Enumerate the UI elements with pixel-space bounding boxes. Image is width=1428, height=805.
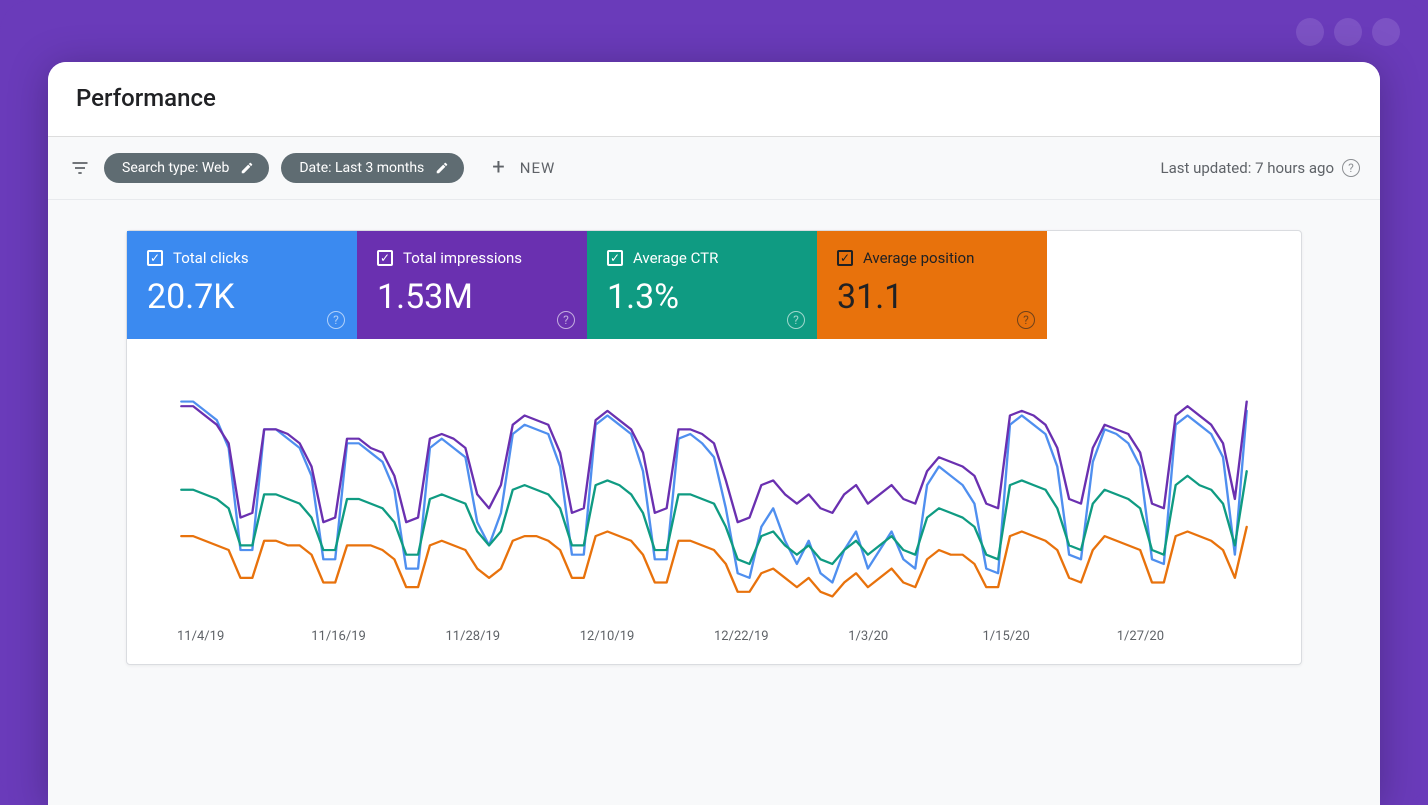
chart-x-tick: 12/22/19 bbox=[714, 629, 848, 644]
metric-tile-position[interactable]: ✓ Average position 31.1 ? bbox=[817, 231, 1047, 339]
checkbox-icon: ✓ bbox=[377, 250, 393, 266]
chart-x-tick: 11/28/19 bbox=[446, 629, 580, 644]
plus-icon: + bbox=[492, 157, 505, 179]
window-dot-icon bbox=[1334, 18, 1362, 46]
chart-x-tick: 1/15/20 bbox=[983, 629, 1117, 644]
chart-x-tick: 1/27/20 bbox=[1117, 629, 1251, 644]
filter-chip-label: Date: Last 3 months bbox=[299, 160, 424, 176]
performance-card: ✓ Total clicks 20.7K ? ✓ Total impressio… bbox=[126, 230, 1302, 665]
help-icon[interactable]: ? bbox=[327, 311, 345, 329]
help-icon[interactable]: ? bbox=[557, 311, 575, 329]
metric-tile-clicks[interactable]: ✓ Total clicks 20.7K ? bbox=[127, 231, 357, 339]
filter-bar: Search type: Web Date: Last 3 months + N… bbox=[48, 137, 1380, 200]
filter-chip-label: Search type: Web bbox=[122, 160, 229, 176]
checkbox-icon: ✓ bbox=[607, 250, 623, 266]
metric-tiles: ✓ Total clicks 20.7K ? ✓ Total impressio… bbox=[127, 231, 1301, 339]
browser-window-dots bbox=[1296, 18, 1400, 46]
app-window: Performance Search type: Web Date: Last … bbox=[48, 62, 1380, 805]
page-header: Performance bbox=[48, 62, 1380, 137]
chart-x-tick: 1/3/20 bbox=[848, 629, 982, 644]
chart-x-tick: 11/16/19 bbox=[311, 629, 445, 644]
checkbox-icon: ✓ bbox=[147, 250, 163, 266]
metric-label: Total impressions bbox=[403, 249, 522, 267]
filter-chip-date[interactable]: Date: Last 3 months bbox=[281, 153, 464, 183]
window-dot-icon bbox=[1296, 18, 1324, 46]
help-icon[interactable]: ? bbox=[787, 311, 805, 329]
add-filter-button[interactable]: + NEW bbox=[484, 153, 563, 183]
pencil-icon bbox=[239, 160, 255, 176]
performance-chart bbox=[127, 339, 1301, 619]
chart-x-tick: 11/4/19 bbox=[177, 629, 311, 644]
last-updated-label: Last updated: 7 hours ago ? bbox=[1160, 159, 1360, 177]
chart-x-tick: 12/10/19 bbox=[580, 629, 714, 644]
metric-tile-impressions[interactable]: ✓ Total impressions 1.53M ? bbox=[357, 231, 587, 339]
chart-x-axis: 11/4/1911/16/1911/28/1912/10/1912/22/191… bbox=[127, 619, 1301, 652]
checkbox-icon: ✓ bbox=[837, 250, 853, 266]
metric-value: 20.7K bbox=[147, 277, 337, 317]
chart-series-line bbox=[181, 527, 1246, 597]
chart-series-line bbox=[181, 402, 1246, 583]
metric-value: 1.53M bbox=[377, 277, 567, 317]
add-filter-label: NEW bbox=[520, 159, 556, 177]
metric-value: 31.1 bbox=[837, 277, 1027, 317]
window-dot-icon bbox=[1372, 18, 1400, 46]
help-icon[interactable]: ? bbox=[1017, 311, 1035, 329]
page-title: Performance bbox=[76, 84, 1352, 112]
filter-chip-search-type[interactable]: Search type: Web bbox=[104, 153, 269, 183]
metric-label: Total clicks bbox=[173, 249, 249, 267]
metric-tile-ctr[interactable]: ✓ Average CTR 1.3% ? bbox=[587, 231, 817, 339]
metric-label: Average CTR bbox=[633, 249, 718, 267]
filter-icon[interactable] bbox=[68, 156, 92, 180]
metric-label: Average position bbox=[863, 249, 974, 267]
pencil-icon bbox=[434, 160, 450, 176]
last-updated-text: Last updated: 7 hours ago bbox=[1160, 159, 1334, 177]
metric-value: 1.3% bbox=[607, 277, 797, 317]
help-icon[interactable]: ? bbox=[1342, 159, 1360, 177]
